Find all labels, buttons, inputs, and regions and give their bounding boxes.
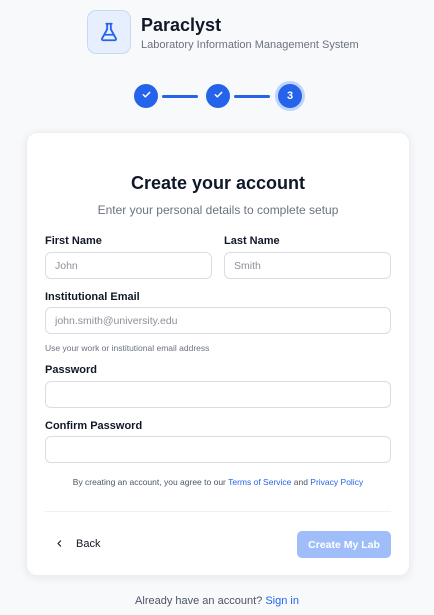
divider [45,511,391,512]
confirm-password-label: Confirm Password [45,420,143,432]
password-input[interactable] [45,381,391,408]
back-label: Back [76,538,101,550]
progress-stepper: 3 [133,82,305,110]
email-hint: Use your work or institutional email add… [45,343,210,353]
first-name-label: First Name [45,235,102,247]
brand-header: Paraclyst Laboratory Information Managem… [87,10,359,54]
terms-notice: By creating an account, you agree to our… [27,477,409,487]
create-my-lab-button[interactable]: Create My Lab [297,531,391,558]
confirm-password-input[interactable] [45,436,391,463]
last-name-label: Last Name [224,235,280,247]
back-button[interactable]: Back [49,532,100,556]
signup-card: Create your account Enter your personal … [26,132,410,576]
chevron-left-icon [55,537,64,551]
sign-in-link[interactable]: Sign in [265,595,299,607]
terms-prefix: By creating an account, you agree to our [72,477,229,487]
terms-of-service-link[interactable]: Terms of Service [228,477,291,487]
card-subtitle: Enter your personal details to complete … [97,203,339,217]
privacy-policy-link[interactable]: Privacy Policy [310,477,363,487]
password-label: Password [45,364,97,376]
first-name-input[interactable] [45,252,212,279]
check-icon [213,89,224,103]
flask-icon [87,10,131,54]
brand-name: Paraclyst [141,14,222,35]
terms-and: and [291,477,311,487]
step-number: 3 [286,90,294,102]
email-input[interactable] [45,307,391,334]
last-name-input[interactable] [224,252,391,279]
step-connector [234,95,270,98]
step-3-current: 3 [278,84,302,108]
brand-subtitle: Laboratory Information Management System [141,38,359,51]
step-2-complete [206,84,230,108]
card-title: Create your account [130,173,306,193]
email-label: Institutional Email [45,291,140,303]
step-connector [162,95,198,98]
check-icon [141,89,152,103]
signin-prompt-text: Already have an account? [135,595,266,607]
step-1-complete [134,84,158,108]
signin-prompt: Already have an account? Sign in [0,595,434,607]
